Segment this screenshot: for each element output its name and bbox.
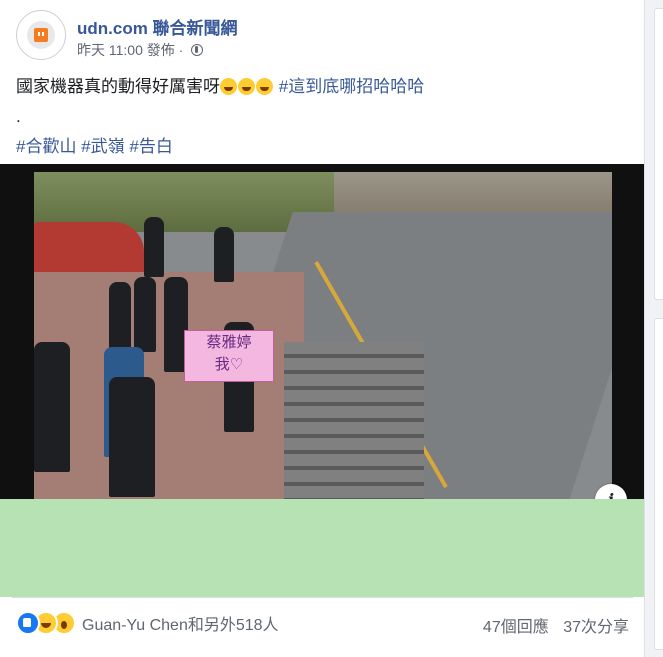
post-line-1: 國家機器真的動得好厲害呀 #這到底哪招哈哈哈 bbox=[16, 76, 616, 98]
laughing-emoji-icon bbox=[238, 78, 255, 95]
post-dot: . bbox=[16, 107, 21, 126]
post-video[interactable]: 蔡雅婷 我♡ bbox=[0, 164, 644, 499]
page-name-link[interactable]: udn.com 聯合新聞網 bbox=[77, 14, 238, 39]
video-frame: 蔡雅婷 我♡ bbox=[34, 172, 612, 499]
hashtag-link-wuling[interactable]: #武嶺 bbox=[81, 137, 124, 156]
page-avatar[interactable] bbox=[16, 10, 66, 60]
published-label: 發佈 bbox=[146, 42, 175, 58]
timestamp-link[interactable]: 昨天 11:00 bbox=[77, 42, 143, 58]
sidebar-card bbox=[654, 318, 663, 650]
shares-count-link[interactable]: 37次分享 bbox=[563, 619, 629, 636]
comments-count-link[interactable]: 47個回應 bbox=[483, 619, 549, 636]
hashtag-link-confession[interactable]: #告白 bbox=[129, 137, 172, 156]
post-meta: 昨天 11:00 發佈 · bbox=[77, 40, 204, 60]
globe-icon[interactable] bbox=[191, 44, 204, 56]
hashtag-row: #合歡山 #武嶺 #告白 bbox=[16, 136, 616, 158]
engagement-stats: 47個回應 37次分享 bbox=[473, 613, 629, 637]
reaction-count[interactable]: Guan-Yu Chen和另外518人 bbox=[82, 611, 279, 635]
video-placeholder-area bbox=[0, 499, 644, 597]
hashtag-link-hehuanshan[interactable]: #合歡山 bbox=[16, 137, 76, 156]
laughing-emoji-icon bbox=[256, 78, 273, 95]
post-body: 國家機器真的動得好厲害呀 #這到底哪招哈哈哈 . #合歡山 #武嶺 #告白 bbox=[16, 76, 616, 166]
post-text: 國家機器真的動得好厲害呀 bbox=[16, 77, 220, 96]
meta-separator: · bbox=[178, 42, 184, 58]
sidebar-card bbox=[654, 8, 663, 300]
divider bbox=[12, 597, 633, 598]
confession-banner: 蔡雅婷 我♡ bbox=[184, 330, 274, 382]
hashtag-link[interactable]: #這到底哪招哈哈哈 bbox=[279, 77, 424, 96]
laughing-emoji-icon bbox=[220, 78, 237, 95]
udn-logo-icon bbox=[27, 21, 55, 49]
reactions-summary[interactable]: Guan-Yu Chen和另外518人 bbox=[16, 611, 279, 635]
like-icon bbox=[16, 611, 40, 635]
post-header: udn.com 聯合新聞網 昨天 11:00 發佈 · bbox=[16, 10, 633, 62]
